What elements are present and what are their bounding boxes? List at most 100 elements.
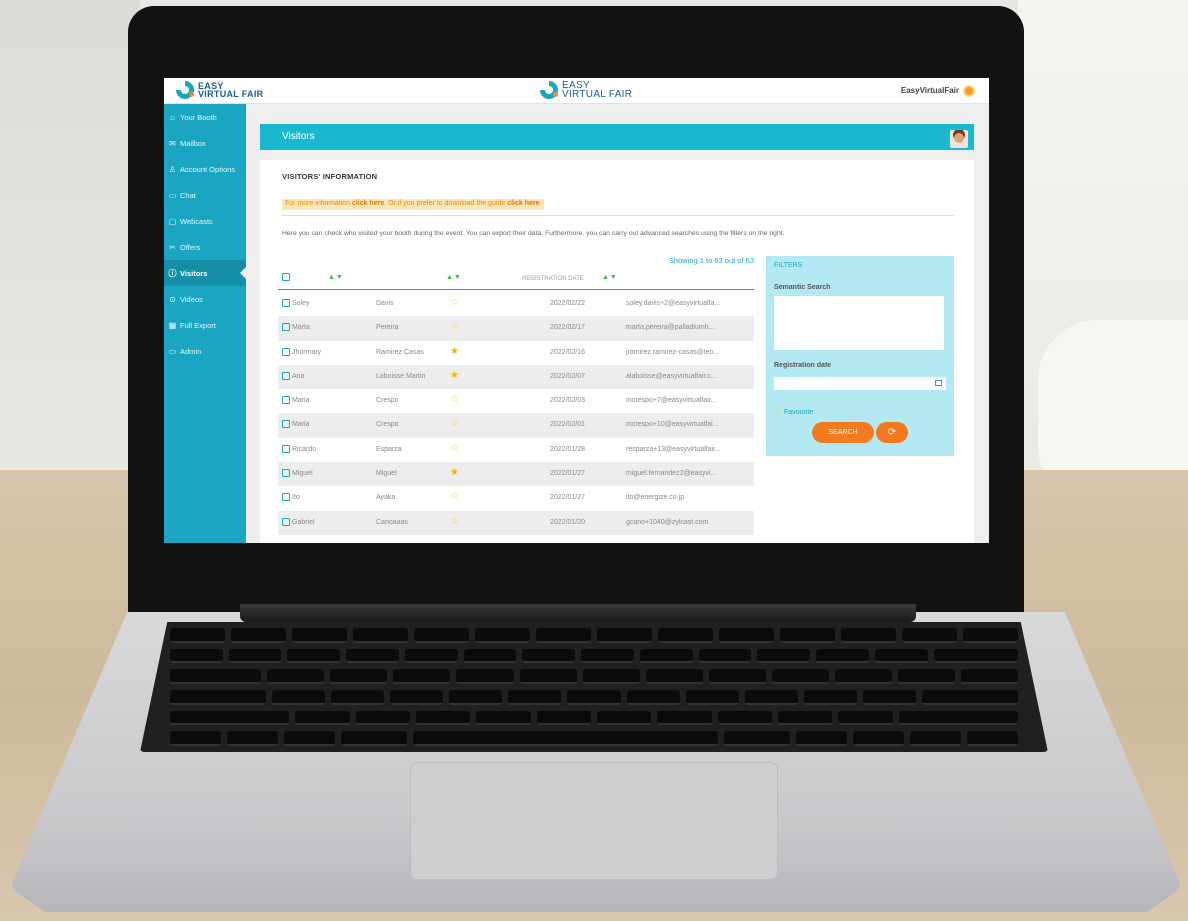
cell-email: alaboisse@easyvirtualfair.c... <box>626 372 717 380</box>
favourite-label: Favourite <box>784 409 814 416</box>
favourite-star-icon[interactable]: ☆ <box>450 516 459 527</box>
row-checkbox[interactable] <box>282 323 290 332</box>
cell-email: ito@energize.co.jp <box>626 494 685 502</box>
banner-text: . Or if you prefer to download the guide <box>384 200 508 207</box>
cell-first-name: Miguel <box>292 470 313 478</box>
search-button[interactable]: SEARCH <box>812 422 874 443</box>
cell-last-name: Ramirez Casas <box>376 348 424 356</box>
cell-last-name: Ayaka <box>376 494 396 502</box>
cell-first-name: Marta <box>292 324 310 332</box>
sidebar-item-chat[interactable]: ▭ Chat <box>164 182 246 208</box>
sidebar-item-label: Admin <box>180 346 202 356</box>
nav-icon: ▭ <box>168 190 177 200</box>
nav-icon: ⌂ <box>170 112 175 122</box>
table-row[interactable]: Soley Davis ☆ 2022/02/22 soley.davis+2@easyv… <box>278 292 754 316</box>
sort-favourite-icon[interactable]: ▲▼ <box>446 274 462 281</box>
table-row[interactable]: Ito Ayaka ☆ 2022/01/27 ito@energize.co.jp <box>278 486 754 510</box>
cell-registration-date: 2022/01/27 <box>550 494 586 502</box>
page-header: Visitors <box>260 124 974 150</box>
laptop-keyboard <box>140 622 1048 752</box>
app-logo[interactable]: EASY VIRTUAL FAIR <box>176 81 263 99</box>
table-row[interactable]: Marta Pereira ☆ 2022/02/17 marta.pereira@pal… <box>278 316 754 341</box>
screen: EASY VIRTUAL FAIR EASY VIRTUAL FAIR EasyVi… <box>164 78 989 543</box>
favourite-star-icon[interactable]: ☆ <box>450 418 459 429</box>
user-settings-icon[interactable] <box>963 85 975 97</box>
cell-last-name: Crespo <box>376 397 399 405</box>
section-title: VISITORS' INFORMATION <box>282 172 378 181</box>
favourite-star-icon[interactable]: ☆ <box>450 297 459 308</box>
sidebar-item-account-options[interactable]: ♙ Account Options <box>164 156 246 182</box>
favourite-star-icon[interactable]: ★ <box>450 370 459 381</box>
cell-email: soley.davis+2@easyvirtualfa... <box>626 300 721 307</box>
semantic-search-label: Semantic Search <box>774 284 831 291</box>
guide-download-link[interactable]: click here <box>507 200 539 207</box>
row-checkbox[interactable] <box>282 371 290 380</box>
user-name[interactable]: EasyVirtualFair <box>901 86 959 95</box>
table-row[interactable]: Gabriel Canoaaas ☆ 2022/01/20 gcano+1040@zyl… <box>278 510 754 535</box>
cell-last-name: Davis <box>376 300 394 307</box>
favourite-star-icon[interactable]: ★ <box>450 346 459 357</box>
favourite-star-icon[interactable]: ★ <box>450 467 459 478</box>
favourite-star-icon[interactable]: ☆ <box>450 321 459 332</box>
top-bar: EASY VIRTUAL FAIR EASY VIRTUAL FAIR EasyVi… <box>164 78 989 104</box>
sidebar-item-label: Offers <box>180 242 201 252</box>
table-row[interactable]: Miguel Miguel ★ 2022/01/27 miguel.fernandez2… <box>278 462 754 487</box>
calendar-icon[interactable] <box>935 380 942 386</box>
sidebar-item-admin[interactable]: ▭ Admin <box>164 338 246 364</box>
cell-email: gcano+1040@zylcast.com <box>626 518 709 526</box>
sidebar-item-webcasts[interactable]: ▢ Webcasts <box>164 208 246 234</box>
sidebar-item-videos[interactable]: ⊙ Videos <box>164 286 246 312</box>
registration-date-field[interactable] <box>774 377 946 390</box>
sidebar-item-mailbox[interactable]: ✉ Mailbox <box>164 130 246 156</box>
semantic-search-input[interactable] <box>774 296 944 350</box>
visitors-panel: VISITORS' INFORMATION For more informati… <box>260 160 974 543</box>
background-chair <box>1038 320 1188 490</box>
sidebar-item-label: Visitors <box>180 268 208 278</box>
row-checkbox[interactable] <box>282 396 290 405</box>
sidebar-item-visitors[interactable]: ⓘ Visitors <box>164 260 247 286</box>
sort-first-name-icon[interactable]: ▲▼ <box>328 274 344 281</box>
row-checkbox[interactable] <box>282 299 290 307</box>
row-checkbox[interactable] <box>282 420 290 429</box>
cell-first-name: Maria <box>292 397 310 405</box>
table-row[interactable]: Ana Laboisse Martin ★ 2022/02/07 alaboisse@e… <box>278 364 754 390</box>
favourite-star-icon[interactable]: ☆ <box>450 394 459 405</box>
cell-last-name: Laboisse Martin <box>376 372 426 380</box>
sidebar-item-label: Chat <box>180 190 196 200</box>
avatar[interactable] <box>950 130 968 148</box>
sidebar-item-offers[interactable]: ✂ Offers <box>164 234 246 260</box>
row-checkbox[interactable] <box>282 469 290 478</box>
cell-registration-date: 2022/02/22 <box>550 300 586 307</box>
cell-registration-date: 2022/02/03 <box>550 397 586 405</box>
info-link[interactable]: click here <box>352 200 384 207</box>
table-row[interactable]: Ricardo Esparza ☆ 2022/01/28 resparza+13@eas… <box>278 438 754 462</box>
sidebar-item-label: Videos <box>180 294 203 304</box>
logo-text-line2: VIRTUAL FAIR <box>198 89 264 99</box>
table-row[interactable]: Jhormary Ramirez Casas ★ 2022/02/16 jramirez… <box>278 341 754 365</box>
table-row[interactable]: Maria Crespo ☆ 2022/02/01 mcrespo+10@easyvir… <box>278 413 754 438</box>
cell-last-name: Esparza <box>376 445 402 453</box>
table-body: Soley Davis ☆ 2022/02/22 soley.davis+2@easyv… <box>278 292 754 535</box>
select-all-checkbox[interactable] <box>282 273 290 281</box>
table-row[interactable]: Maria Crespo ☆ 2022/02/03 mcrespo+7@easyvirt… <box>278 389 754 413</box>
favourite-star-icon[interactable]: ☆ <box>450 443 459 454</box>
nav-icon: ⓘ <box>168 268 177 278</box>
cell-registration-date: 2022/01/28 <box>550 445 586 453</box>
row-checkbox[interactable] <box>282 347 290 356</box>
favourite-filter[interactable]: ☆ Favourite <box>774 406 813 417</box>
cell-first-name: Ana <box>292 372 305 380</box>
cell-registration-date: 2022/02/01 <box>550 421 586 429</box>
favourite-star-icon[interactable]: ☆ <box>450 491 459 502</box>
row-checkbox[interactable] <box>282 517 290 526</box>
cell-last-name: Crespo <box>376 421 399 429</box>
filters-panel: FILTERS Semantic Search Registration dat… <box>766 256 954 456</box>
column-header-registration-date[interactable]: REGISTRATION DATE <box>522 276 584 282</box>
reset-filters-icon[interactable]: ⟳ <box>876 422 908 443</box>
sort-date-icon[interactable]: ▲▼ <box>602 274 618 281</box>
cell-first-name: Gabriel <box>292 518 315 526</box>
sidebar-item-full-export[interactable]: ▦ Full Export <box>164 312 246 338</box>
row-checkbox[interactable] <box>282 493 290 502</box>
sidebar-item-label: Webcasts <box>180 216 213 226</box>
sidebar-item-your-booth[interactable]: ⌂ Your Booth <box>164 104 246 130</box>
row-checkbox[interactable] <box>282 444 290 453</box>
